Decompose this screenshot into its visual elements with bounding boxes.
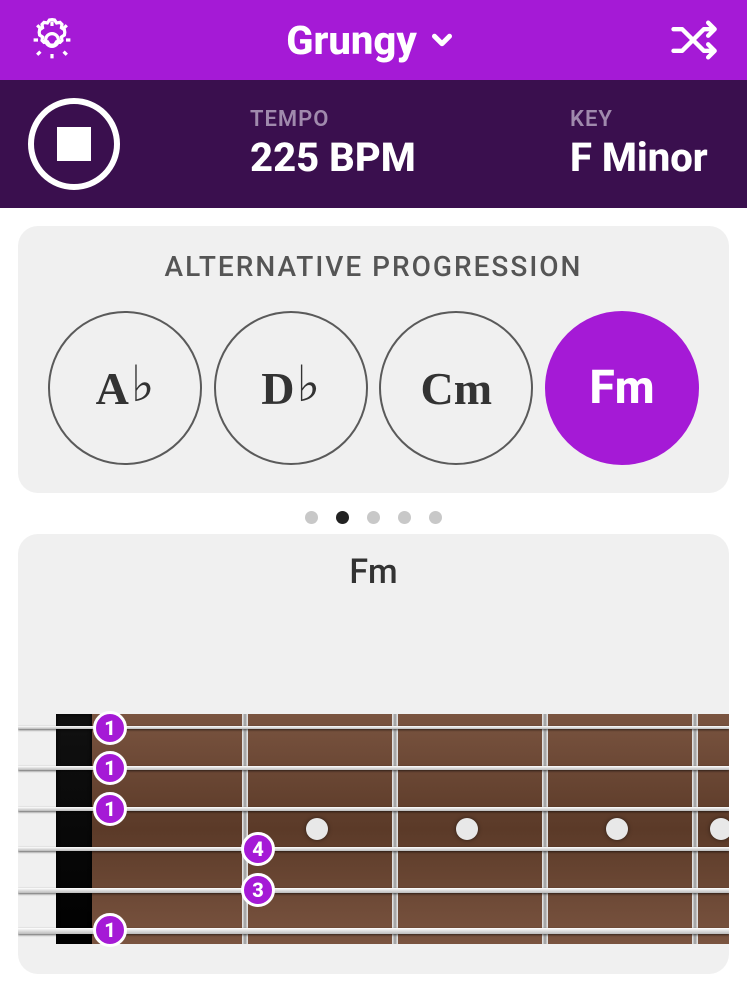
key-label: KEY [570,107,719,132]
chord-diagram-card: Fm 1 1 1 4 3 1 [18,534,729,974]
inlay-dot [456,818,478,840]
finger-marker: 1 [93,913,127,947]
tempo-group[interactable]: TEMPO 225 BPM [250,107,570,181]
stop-icon [57,127,91,161]
chord-button-3[interactable]: Fm [545,311,699,465]
chord-row: A♭D♭CmFm [48,311,699,465]
tempo-label: TEMPO [250,107,570,132]
chord-button-1[interactable]: D♭ [214,311,368,465]
page-dot-1[interactable] [336,511,349,524]
settings-icon[interactable] [28,16,76,64]
fret-2 [392,714,398,944]
page-dots[interactable] [18,511,729,524]
key-group[interactable]: KEY F Minor [570,107,719,181]
finger-marker: 3 [241,873,275,907]
fretboard-surface [92,714,729,944]
key-value: F Minor [570,134,719,181]
fret-3 [542,714,548,944]
chord-name: Fm [18,552,729,592]
page-dot-0[interactable] [305,511,318,524]
inlay-dot [606,818,628,840]
chord-button-0[interactable]: A♭ [48,311,202,465]
chord-button-2[interactable]: Cm [379,311,533,465]
fret-1 [242,714,248,944]
alt-progression-card: ALTERNATIVE PROGRESSION A♭D♭CmFm [18,226,729,493]
page-dot-4[interactable] [429,511,442,524]
string-4 [18,847,729,851]
finger-marker: 4 [241,832,275,866]
page-dot-2[interactable] [367,511,380,524]
fret-4 [692,714,698,944]
inlay-dot [306,818,328,840]
shuffle-icon[interactable] [667,14,719,66]
alt-progression-title: ALTERNATIVE PROGRESSION [48,250,699,283]
page-dot-3[interactable] [398,511,411,524]
nut [56,714,92,944]
transport-info-bar: TEMPO 225 BPM KEY F Minor [0,80,747,208]
style-selector[interactable]: Grungy [286,17,457,64]
chevron-down-icon [427,25,457,55]
fretboard[interactable]: 1 1 1 4 3 1 [18,714,729,944]
inlay-dot [710,818,730,840]
string-5 [18,888,729,893]
tempo-value: 225 BPM [250,134,570,181]
finger-marker: 1 [93,711,127,745]
style-title: Grungy [286,17,417,64]
finger-marker: 1 [93,751,127,785]
finger-marker: 1 [93,792,127,826]
stop-button[interactable] [28,98,120,190]
